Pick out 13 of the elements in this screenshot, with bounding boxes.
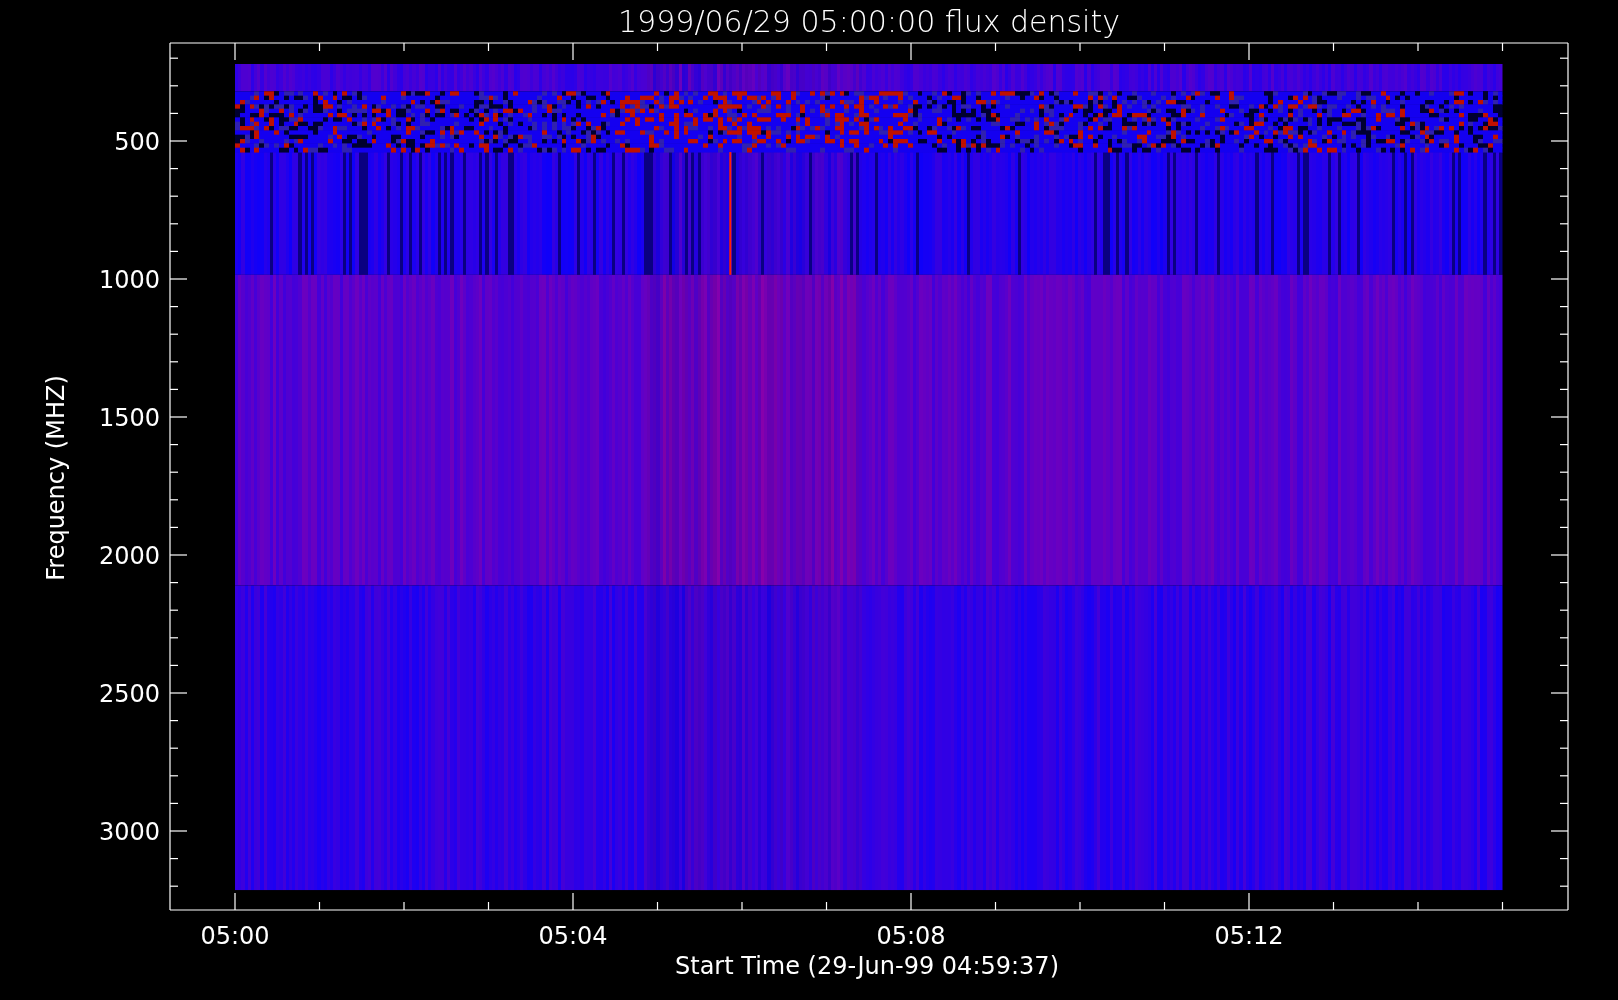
y-tick-label: 1000 — [98, 266, 160, 294]
y-axis-label: Frequency (MHZ) — [42, 375, 70, 581]
x-tick-label: 05:04 — [538, 922, 608, 950]
y-tick-label: 500 — [114, 128, 160, 156]
x-axis-label: Start Time (29-Jun-99 04:59:37) — [675, 952, 1059, 980]
y-tick-label: 1500 — [98, 404, 160, 432]
x-tick-label: 05:08 — [876, 922, 946, 950]
y-tick-label: 2500 — [98, 680, 160, 708]
y-tick-label: 3000 — [98, 818, 160, 846]
x-tick-label: 05:12 — [1214, 922, 1284, 950]
plot-title: 1999/06/29 05:00:00 flux density — [618, 4, 1120, 39]
y-tick-label: 2000 — [98, 542, 160, 570]
x-tick-label: 05:00 — [200, 922, 270, 950]
